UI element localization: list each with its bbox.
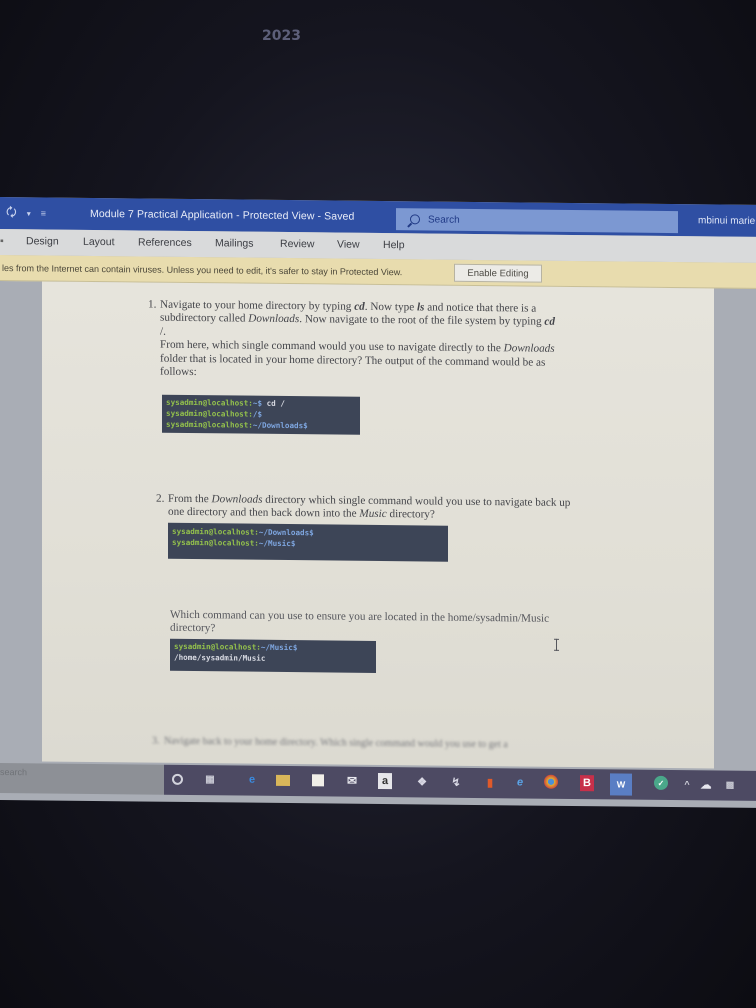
file-explorer-icon[interactable] <box>276 774 290 787</box>
search-icon <box>410 214 420 225</box>
tab-mailings[interactable]: Mailings <box>215 237 254 249</box>
terminal-line: /home/sysadmin/Music <box>174 653 266 663</box>
document-page[interactable]: 1. Navigate to your home directory by ty… <box>42 281 714 769</box>
taskbar-search[interactable]: search <box>0 763 164 795</box>
question-number: 2. <box>156 492 165 505</box>
search-placeholder: Search <box>428 213 460 226</box>
question-number: 1. <box>148 298 157 311</box>
document-title: Module 7 Practical Application - Protect… <box>90 207 355 223</box>
ie-icon[interactable]: e <box>512 774 528 790</box>
customize-qat-icon[interactable]: ≡ <box>41 208 46 218</box>
tab-layout[interactable]: Layout <box>83 236 115 248</box>
onedrive-icon[interactable]: ☁ <box>698 776 714 792</box>
tab-references[interactable]: References <box>138 236 192 249</box>
tray-app-icon[interactable]: ✓ <box>654 775 668 790</box>
tab-partial[interactable]: ▪ <box>0 235 4 247</box>
monitor-screen: 🗘 ▾ ≡ Module 7 Practical Application - P… <box>0 197 756 808</box>
question-2: 2. From the Downloads directory which si… <box>156 493 638 525</box>
mail-icon[interactable]: ✉ <box>344 773 360 789</box>
autosave-icon[interactable]: 🗘 <box>6 203 17 224</box>
dropbox-icon[interactable]: ❖ <box>414 773 430 789</box>
word-icon[interactable]: W <box>610 773 632 796</box>
edge-icon[interactable]: e <box>244 772 260 788</box>
text-cursor-icon <box>556 638 557 651</box>
cortana-icon[interactable] <box>172 773 183 785</box>
tab-review[interactable]: Review <box>280 238 314 250</box>
amazon-icon[interactable]: a <box>378 772 392 790</box>
taskbar: ▦ e ✉ a ❖ ↯ ▮ e B W ✓ ^ ☁ ▩ <box>164 764 756 802</box>
app-icon[interactable]: ↯ <box>448 774 464 790</box>
terminal-block-q1: sysadmin@localhost:~$ cd / sysadmin@loca… <box>162 394 360 435</box>
tab-design[interactable]: Design <box>26 235 59 247</box>
terminal-line: sysadmin@localhost:~/Downloads$ <box>166 420 308 431</box>
question-pwd: Which command can you use to ensure you … <box>170 609 600 640</box>
terminal-block-q2: sysadmin@localhost:~/Downloads$ sysadmin… <box>168 522 448 562</box>
store-icon[interactable] <box>312 774 324 787</box>
protected-view-message: les from the Internet can contain viruse… <box>2 263 403 278</box>
quick-access-toolbar: 🗘 ▾ ≡ <box>0 203 88 225</box>
year-label: 2023 <box>262 28 301 44</box>
b-app-icon[interactable]: B <box>580 775 594 792</box>
question-3: 3. Navigate back to your home directory.… <box>152 735 508 751</box>
tray-chevron-icon[interactable]: ^ <box>679 776 695 792</box>
search-box[interactable]: Search <box>396 208 678 234</box>
user-account-name[interactable]: mbinui marie <box>698 215 755 227</box>
undo-dropdown-icon[interactable]: ▾ <box>27 209 31 218</box>
chrome-icon[interactable] <box>544 774 558 789</box>
terminal-block-pwd: sysadmin@localhost:~/Music$ /home/sysadm… <box>170 638 376 673</box>
tab-help[interactable]: Help <box>383 239 405 251</box>
network-icon[interactable]: ▩ <box>722 777 738 793</box>
question-1: 1. Navigate to your home directory by ty… <box>148 299 630 384</box>
enable-editing-button[interactable]: Enable Editing <box>454 263 542 283</box>
tab-view[interactable]: View <box>337 239 360 251</box>
task-view-icon[interactable]: ▦ <box>202 771 218 787</box>
office-icon[interactable]: ▮ <box>482 774 498 790</box>
terminal-line: sysadmin@localhost:~/Music$ <box>172 538 296 549</box>
